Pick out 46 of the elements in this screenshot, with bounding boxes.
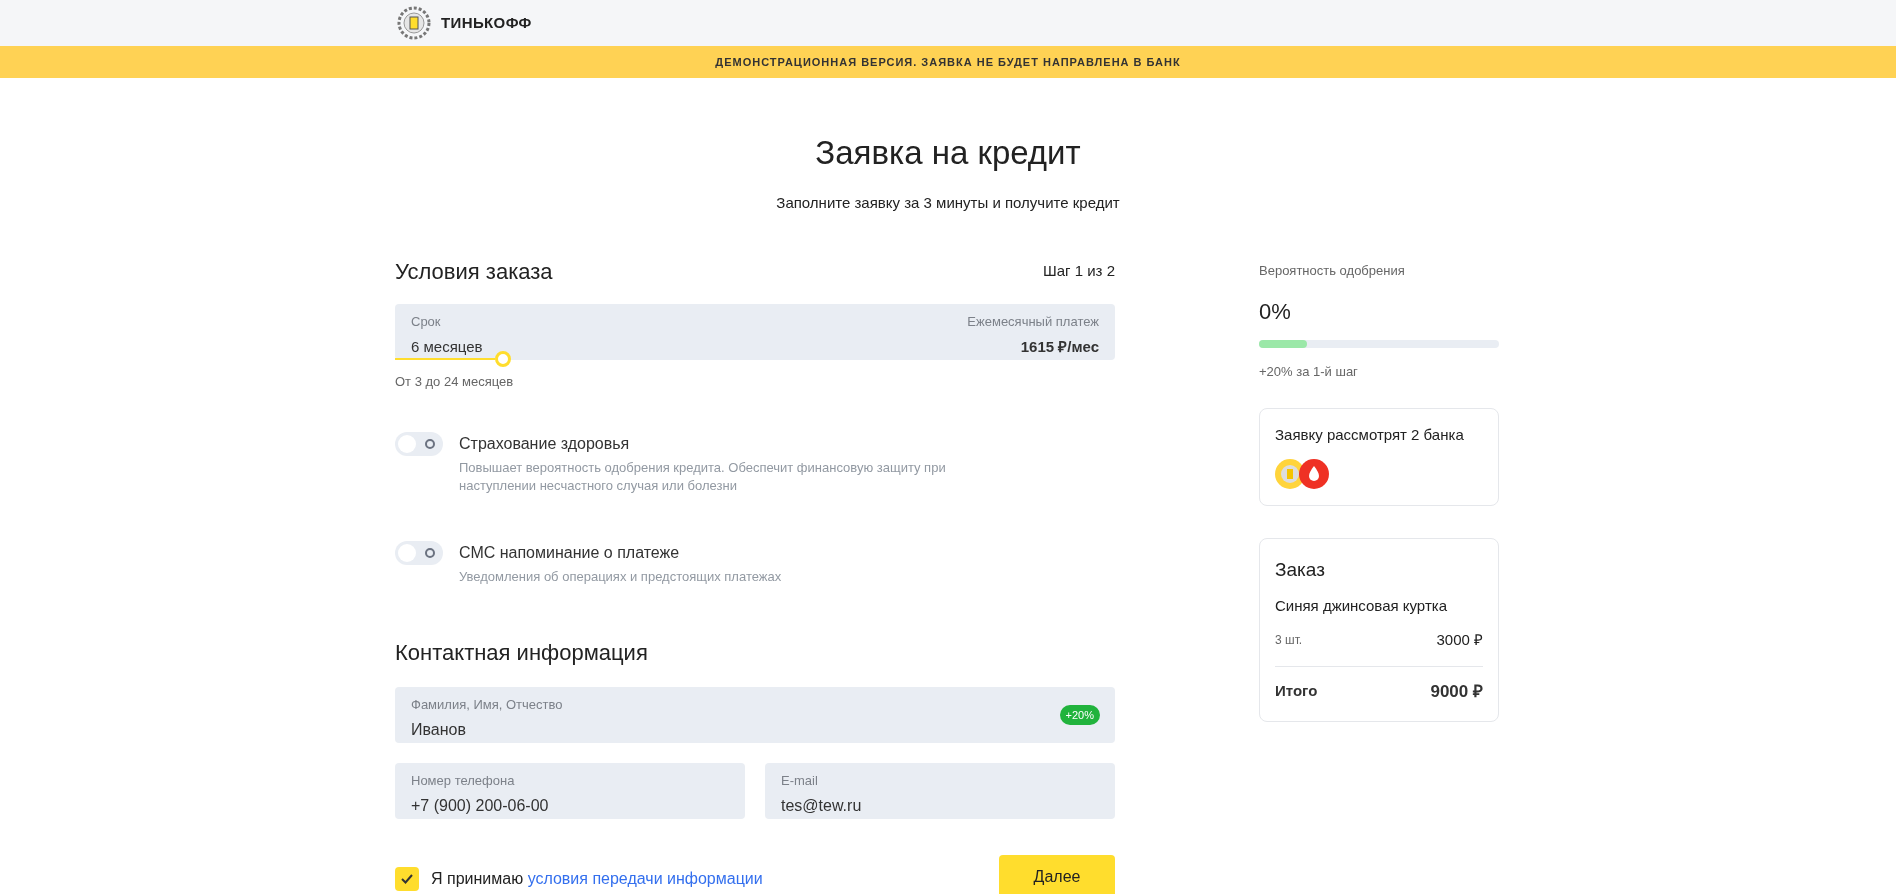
option-description: Уведомления об операциях и предстоящих платежах xyxy=(459,567,783,586)
section-heading: Контактная информация xyxy=(395,638,649,667)
term-slider-field[interactable]: Срок 6 месяцев Ежемесячный платеж 1615 ₽/мес xyxy=(395,304,1115,360)
range-hint: От 3 до 24 месяцев xyxy=(395,373,515,391)
step-indicator: Шаг 1 из 2 xyxy=(1043,261,1115,282)
approval-note: +20% за 1-й шаг xyxy=(1259,362,1359,381)
total-value: 9000 ₽ xyxy=(1430,680,1483,703)
logo-text: ТИНЬКОФФ xyxy=(441,12,532,33)
approval-value: 0% xyxy=(1259,297,1292,326)
input-field[interactable]: Номер телефона +7 (900) 200-06-00 xyxy=(395,762,745,819)
toggle-switch[interactable] xyxy=(395,540,443,565)
field-label: Ежемесячный платеж xyxy=(967,313,1099,331)
demo-banner: ДЕМОНСТРАЦИОННАЯ ВЕРСИЯ. ЗАЯВКА НЕ БУДЕТ НАПРАВЛЕНА В БАНК xyxy=(0,46,1896,78)
item-quantity: 3 шт. xyxy=(1275,632,1303,650)
toggle-switch[interactable] xyxy=(395,431,443,456)
item-price: 3000 ₽ xyxy=(1436,630,1483,650)
consent-text: Я принимаю условия передачи информации xyxy=(431,868,763,889)
option-title: СМС напоминание о платеже xyxy=(459,542,681,563)
field-value: tes@tew.ru xyxy=(781,796,863,816)
input-field[interactable]: Фамилия, Имя, Отчество Иванов +20% xyxy=(395,686,1115,743)
total-label: Итого xyxy=(1275,681,1318,701)
checkmark-icon xyxy=(401,873,413,884)
order-item: Синяя джинсовая куртка xyxy=(1275,595,1448,616)
consent-checkbox[interactable] xyxy=(395,866,419,891)
slider-handle[interactable] xyxy=(495,351,511,367)
bonus-badge: +20% xyxy=(1059,704,1100,725)
terms-link[interactable]: условия передачи информации xyxy=(527,869,763,887)
field-value: Иванов xyxy=(411,720,467,740)
field-value: 6 месяцев xyxy=(411,336,483,357)
order-heading: Заказ xyxy=(1275,558,1326,582)
field-label: E-mail xyxy=(781,771,819,790)
option-title: Страхование здоровья xyxy=(459,433,631,454)
field-label: Номер телефона xyxy=(411,771,516,790)
next-button[interactable]: Далее xyxy=(999,854,1115,894)
payment-value: 1615 ₽/мес xyxy=(1019,336,1099,357)
field-value: +7 (900) 200-06-00 xyxy=(411,796,550,816)
option-description: Повышает вероятность одобрения кредита. Обеспечит финансовую защиту при наступлении несчастного случая или болезни xyxy=(459,458,947,495)
field-label: Фамилия, Имя, Отчество xyxy=(411,695,564,714)
input-field[interactable]: E-mail tes@tew.ru xyxy=(765,762,1115,819)
page-subtitle: Заполните заявку за 3 минуты и получите кредит xyxy=(775,192,1121,213)
drop-logo-icon xyxy=(1299,458,1329,489)
banks-title: Заявку рассмотрят 2 банка xyxy=(1275,425,1465,445)
section-heading: Условия заказа xyxy=(395,258,553,286)
approval-label: Вероятность одобрения xyxy=(1259,262,1406,280)
page-title: Заявка на кредит xyxy=(814,133,1082,173)
field-label: Срок xyxy=(411,313,442,331)
